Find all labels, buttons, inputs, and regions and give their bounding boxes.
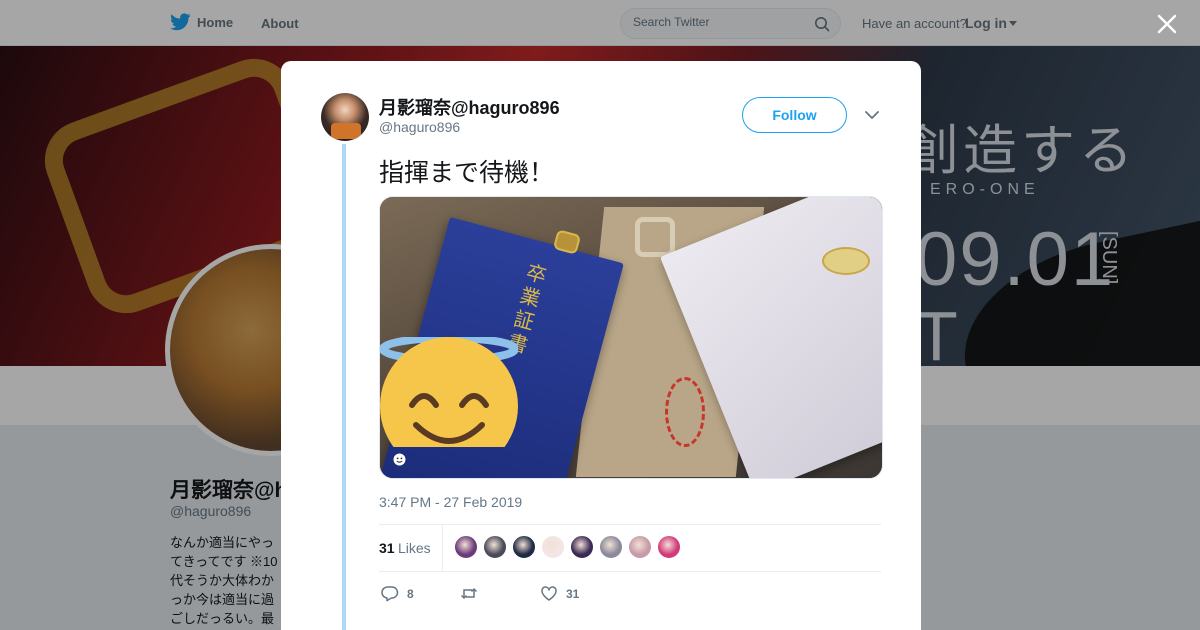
- sticker-icon[interactable]: [393, 453, 406, 466]
- divider-vertical: [442, 525, 443, 571]
- reply-icon: [381, 586, 399, 602]
- liker-avatar[interactable]: [512, 535, 536, 559]
- reply-button[interactable]: 8: [381, 585, 414, 602]
- author-name[interactable]: 月影瑠奈@haguro896: [379, 94, 560, 120]
- reply-count: 8: [407, 586, 414, 601]
- likes-count[interactable]: 31: [379, 540, 395, 556]
- liker-avatars: [454, 535, 681, 559]
- author-handle[interactable]: @haguro896: [379, 119, 460, 135]
- halo-smiling-face-icon: [380, 337, 518, 447]
- author-avatar[interactable]: [321, 93, 369, 141]
- avatar-detail: [331, 123, 361, 139]
- photo-white-seal: [822, 247, 870, 275]
- divider: [379, 524, 881, 525]
- tweet-text: 指揮まで待機！: [379, 158, 555, 187]
- thread-line: [342, 144, 346, 630]
- liker-avatar[interactable]: [454, 535, 478, 559]
- tweet-modal: 月影瑠奈@haguro896 @haguro896 Follow 指揮まで待機！…: [281, 61, 921, 630]
- like-button[interactable]: 31: [540, 585, 579, 602]
- liker-avatar[interactable]: [599, 535, 623, 559]
- liker-avatar[interactable]: [628, 535, 652, 559]
- tweet-photo[interactable]: 卒業証書: [379, 196, 883, 479]
- retweet-button[interactable]: [460, 585, 486, 602]
- liker-avatar[interactable]: [541, 535, 565, 559]
- divider: [379, 571, 881, 572]
- liker-avatar[interactable]: [657, 535, 681, 559]
- liker-avatar[interactable]: [570, 535, 594, 559]
- photo-string: [665, 377, 705, 447]
- tweet-timestamp[interactable]: 3:47 PM - 27 Feb 2019: [379, 494, 522, 510]
- photo-bag-handle: [635, 217, 675, 257]
- retweet-icon: [460, 587, 478, 600]
- chevron-down-icon[interactable]: [864, 109, 880, 121]
- like-count: 31: [566, 586, 580, 601]
- close-icon[interactable]: [1156, 13, 1178, 35]
- liker-avatar[interactable]: [483, 535, 507, 559]
- heart-icon: [541, 586, 557, 601]
- follow-button[interactable]: Follow: [742, 97, 847, 133]
- likes-label[interactable]: Likes: [398, 540, 431, 556]
